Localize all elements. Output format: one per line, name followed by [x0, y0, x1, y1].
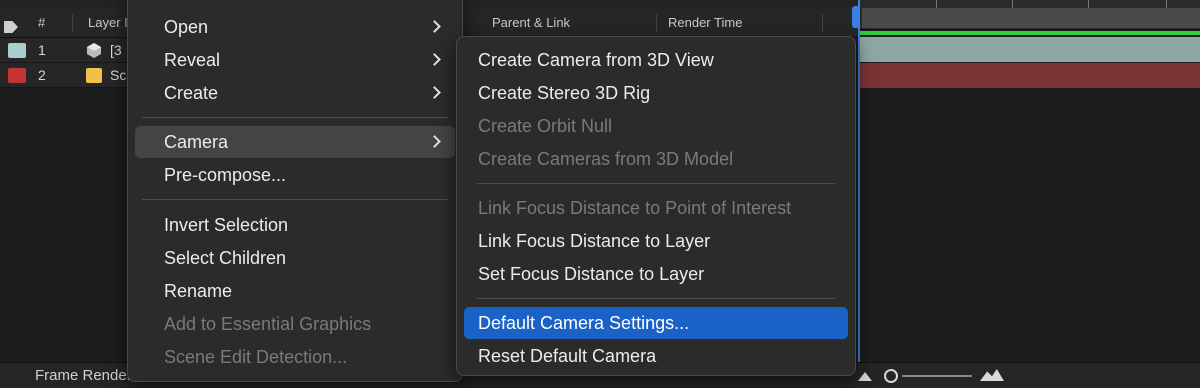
ruler-tick [1166, 0, 1167, 8]
menu-item-pre-compose[interactable]: Pre-compose... [135, 159, 455, 191]
chevron-right-icon [428, 53, 441, 66]
menu-item-label: Camera [164, 132, 229, 152]
layer-row[interactable]: 1 [3 [0, 38, 128, 63]
menu-item-link-focus-to-poi: Link Focus Distance to Point of Interest [464, 192, 848, 224]
render-time-column-label[interactable]: Render Time [668, 8, 742, 38]
ruler-tick [936, 0, 937, 8]
menu-item-label: Link Focus Distance to Layer [478, 231, 711, 251]
menu-item-label: Add to Essential Graphics [164, 314, 372, 334]
menu-item-label: Reveal [164, 50, 221, 70]
menu-item-label: Open [164, 17, 209, 37]
layer-context-menu: Open Reveal Create Camera Pre-compose...… [127, 0, 463, 382]
chevron-right-icon [428, 20, 441, 33]
menu-item-scene-edit-detection: Scene Edit Detection... [135, 341, 455, 373]
menu-item-label: Reset Default Camera [478, 346, 657, 366]
menu-separator [142, 117, 448, 118]
menu-item-label: Set Focus Distance to Layer [478, 264, 705, 284]
layer-name[interactable]: [3 [110, 38, 122, 63]
number-column-label: # [38, 15, 46, 30]
zoom-slider-track[interactable] [902, 375, 972, 377]
menu-item-reveal[interactable]: Reveal [135, 44, 455, 76]
menu-item-rename[interactable]: Rename [135, 275, 455, 307]
work-area-bar[interactable] [862, 8, 1200, 28]
menu-item-camera[interactable]: Camera [135, 126, 455, 158]
menu-separator [142, 199, 448, 200]
layer-duration-bar[interactable] [860, 63, 1200, 88]
playhead-handle[interactable] [852, 6, 860, 28]
menu-item-select-children[interactable]: Select Children [135, 242, 455, 274]
ruler-tick [1088, 0, 1089, 8]
render-cache-bar [860, 31, 1200, 35]
layer-label-color[interactable] [8, 68, 26, 83]
layer-name-column-label[interactable]: Layer I [88, 8, 128, 38]
column-divider [72, 14, 73, 32]
menu-item-label: Create Cameras from 3D Model [478, 149, 734, 169]
layer-duration-bar[interactable] [860, 37, 1200, 62]
menu-item-label: Rename [164, 281, 233, 301]
label-tag-icon[interactable] [4, 21, 18, 33]
layer-number: 1 [38, 42, 46, 58]
chevron-right-icon [428, 86, 441, 99]
menu-item-label: Link Focus Distance to Point of Interest [478, 198, 792, 218]
menu-item-open[interactable]: Open [135, 11, 455, 43]
menu-item-create-orbit-null: Create Orbit Null [464, 110, 848, 142]
layer-number: 2 [38, 67, 46, 83]
camera-submenu: Create Camera from 3D View Create Stereo… [456, 36, 856, 376]
menu-item-reset-default-camera[interactable]: Reset Default Camera [464, 340, 848, 372]
menu-item-default-camera-settings[interactable]: Default Camera Settings... [464, 307, 848, 339]
zoom-out-icon[interactable] [858, 372, 872, 381]
menu-item-label: Select Children [164, 248, 287, 268]
solid-layer-icon [86, 67, 102, 84]
layer-row[interactable]: 2 Sc [0, 63, 128, 88]
menu-item-label: Create Camera from 3D View [478, 50, 714, 70]
menu-item-label: Default Camera Settings... [478, 313, 690, 333]
layer-name[interactable]: Sc [110, 63, 126, 88]
menu-item-create-cameras-from-3d-model: Create Cameras from 3D Model [464, 143, 848, 175]
menu-item-label: Pre-compose... [164, 165, 287, 185]
chevron-right-icon [428, 135, 441, 148]
menu-item-label: Create [164, 83, 219, 103]
column-divider [656, 14, 657, 32]
layer-label-color[interactable] [8, 43, 26, 58]
column-divider [822, 14, 823, 32]
ruler-tick [1012, 0, 1013, 8]
menu-item-invert-selection[interactable]: Invert Selection [135, 209, 455, 241]
menu-item-create-camera-from-3d-view[interactable]: Create Camera from 3D View [464, 44, 848, 76]
playhead-line[interactable] [858, 0, 860, 388]
menu-item-add-to-essential-graphics: Add to Essential Graphics [135, 308, 455, 340]
menu-item-set-focus-to-layer[interactable]: Set Focus Distance to Layer [464, 258, 848, 290]
menu-item-label: Create Stereo 3D Rig [478, 83, 651, 103]
menu-item-create[interactable]: Create [135, 77, 455, 109]
zoom-in-icon[interactable] [980, 369, 1004, 381]
parent-link-column-label[interactable]: Parent & Link [492, 8, 570, 38]
menu-item-label: Scene Edit Detection... [164, 347, 348, 367]
menu-item-create-stereo-3d-rig[interactable]: Create Stereo 3D Rig [464, 77, 848, 109]
menu-separator [477, 183, 835, 184]
menu-item-label: Invert Selection [164, 215, 289, 235]
menu-item-link-focus-to-layer[interactable]: Link Focus Distance to Layer [464, 225, 848, 257]
camera-layer-icon [86, 42, 102, 59]
zoom-slider-knob[interactable] [884, 369, 898, 383]
time-ruler[interactable] [860, 0, 1200, 30]
menu-separator [477, 298, 835, 299]
menu-item-label: Create Orbit Null [478, 116, 613, 136]
